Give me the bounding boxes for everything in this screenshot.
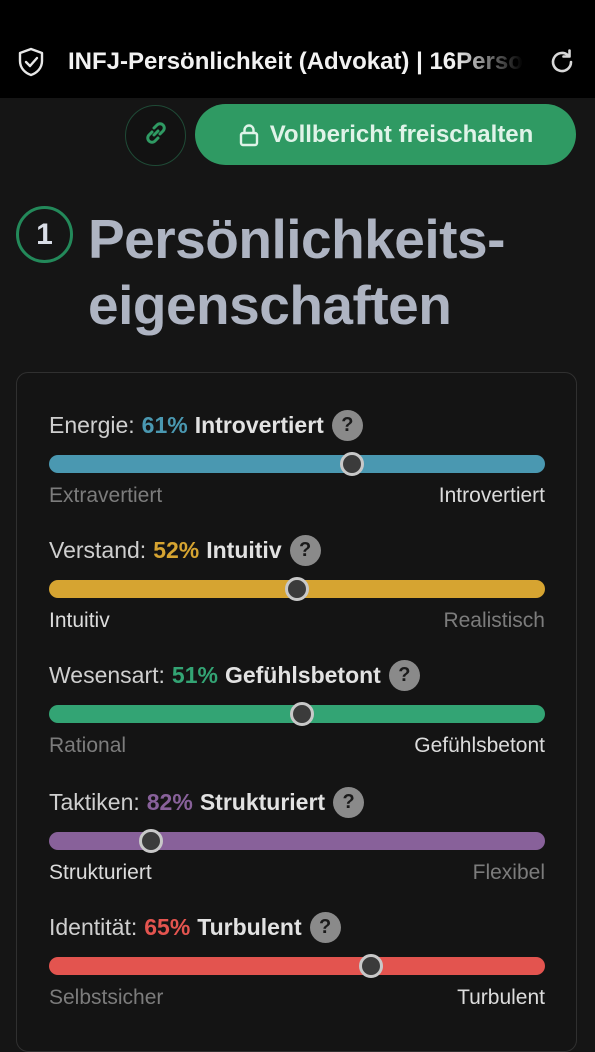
trait-wesensart: Wesensart: 51% Gefühlsbetont ? Rational … [49, 657, 545, 757]
trait-percent: 61% [141, 412, 188, 438]
help-icon[interactable]: ? [289, 534, 321, 566]
trait-left-pole: Rational [49, 734, 127, 757]
trait-left-pole: Intuitiv [49, 609, 110, 632]
trait-slider-knob [285, 577, 309, 601]
help-icon[interactable]: ? [331, 409, 363, 441]
trait-right-pole: Turbulent [457, 986, 545, 1009]
trait-name: Verstand: [49, 537, 147, 563]
trait-label: Wesensart: 51% Gefühlsbetont ? [49, 657, 420, 693]
trait-percent: 51% [171, 662, 218, 688]
share-link-button[interactable] [125, 105, 186, 166]
trait-type: Intuitiv [206, 537, 282, 563]
help-icon[interactable]: ? [333, 786, 365, 818]
trait-bar [49, 832, 545, 850]
lock-icon [238, 123, 260, 147]
trait-name: Identität: [49, 914, 138, 940]
trait-percent: 65% [144, 914, 191, 940]
trait-label: Energie: 61% Introvertiert ? [49, 407, 363, 443]
trait-name: Wesensart: [49, 662, 165, 688]
trait-label: Taktiken: 82% Strukturiert ? [49, 784, 365, 820]
section-title-line2: eigenschaften [88, 274, 452, 336]
section-number: 1 [16, 206, 73, 263]
trait-bar [49, 957, 545, 975]
link-icon [141, 118, 171, 153]
trait-energie: Energie: 61% Introvertiert ? Extravertie… [49, 407, 545, 507]
trait-type: Gefühlsbetont [224, 662, 381, 688]
trait-percent: 52% [153, 537, 200, 563]
trait-name: Energie: [49, 412, 135, 438]
trait-type: Turbulent [197, 914, 302, 940]
trait-right-pole: Realistisch [443, 609, 545, 632]
section-title-line1: Persönlichkeits- [88, 208, 505, 270]
trait-right-pole: Introvertiert [438, 484, 545, 507]
trait-type: Introvertiert [194, 412, 324, 438]
trait-identitaet: Identität: 65% Turbulent ? Selbstsicher … [49, 909, 545, 1009]
trait-type: Strukturiert [199, 789, 326, 815]
unlock-report-button[interactable]: Vollbericht freischalten [195, 104, 576, 165]
trait-label: Identität: 65% Turbulent ? [49, 909, 341, 945]
trait-right-pole: Gefühlsbetont [414, 734, 545, 757]
browser-toolbar: INFJ-Persönlichkeit (Advokat) | 16Person… [0, 0, 595, 98]
unlock-label: Vollbericht freischalten [269, 120, 534, 148]
shield-icon[interactable] [17, 47, 45, 77]
trait-bar [49, 455, 545, 473]
reload-icon[interactable] [547, 47, 577, 77]
trait-taktiken: Taktiken: 82% Strukturiert ? Strukturier… [49, 784, 545, 884]
trait-slider-knob [339, 452, 364, 476]
help-icon[interactable]: ? [309, 911, 341, 943]
section-title: Persönlichkeits- eigenschaften [88, 206, 583, 338]
trait-slider-knob [289, 702, 314, 726]
trait-left-pole: Strukturiert [49, 861, 152, 884]
trait-percent: 82% [146, 789, 193, 815]
trait-left-pole: Extravertiert [49, 484, 163, 507]
page-title: INFJ-Persönlichkeit (Advokat) | 16Person… [68, 48, 523, 75]
trait-slider-knob [138, 829, 163, 853]
trait-label: Verstand: 52% Intuitiv ? [49, 532, 321, 568]
trait-left-pole: Selbstsicher [49, 986, 164, 1009]
trait-name: Taktiken: [49, 789, 140, 815]
trait-right-pole: Flexibel [472, 861, 545, 884]
help-icon[interactable]: ? [388, 659, 420, 691]
trait-verstand: Verstand: 52% Intuitiv ? Intuitiv Realis… [49, 532, 545, 632]
